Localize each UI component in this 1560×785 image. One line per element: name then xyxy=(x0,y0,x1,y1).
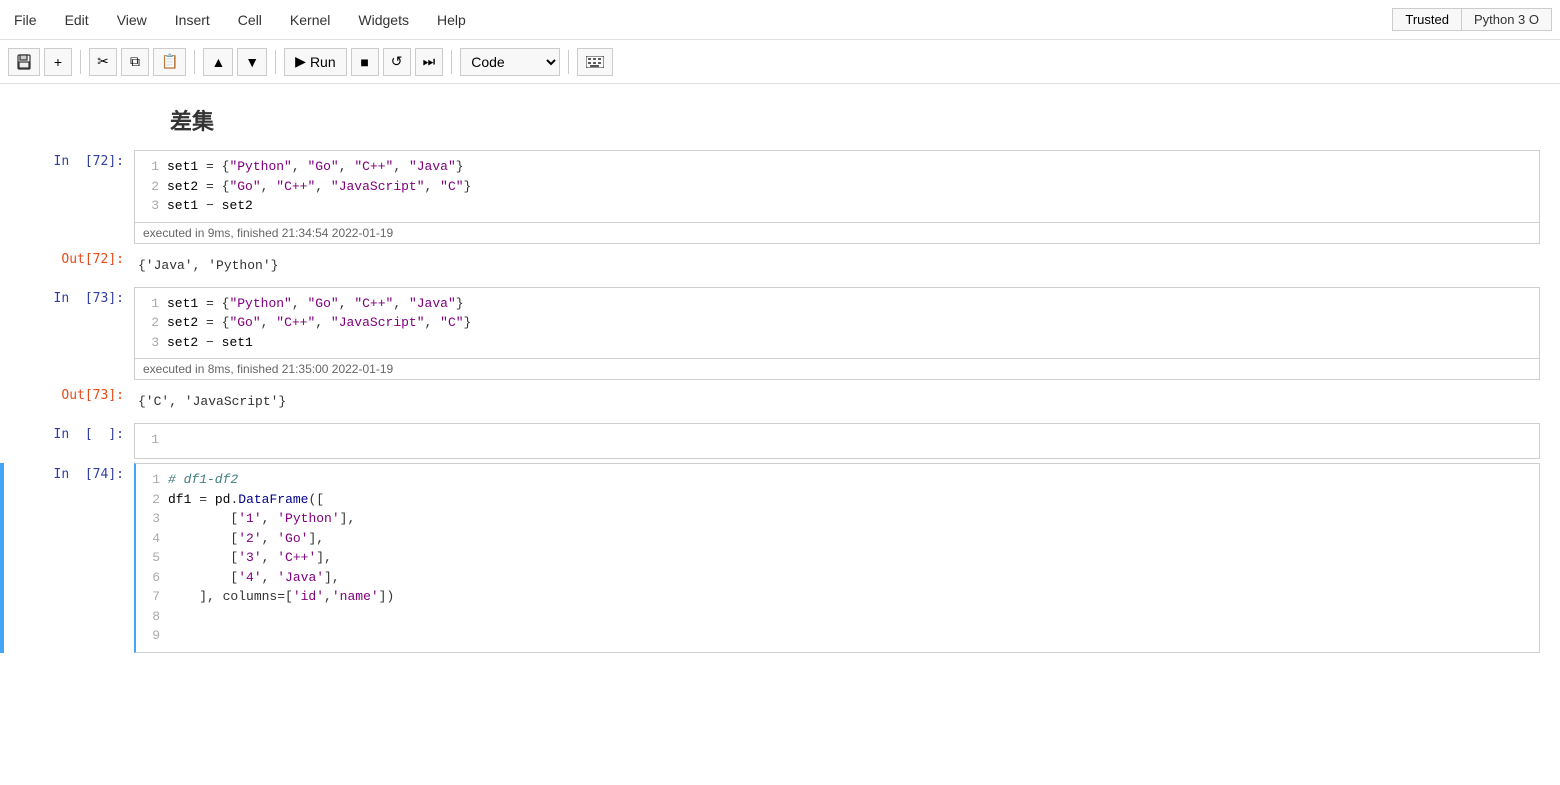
restart-button[interactable]: ↺ xyxy=(383,48,411,76)
code-line: 1 set1 = {"Python", "Go", "C++", "Java"} xyxy=(139,157,1535,177)
keyboard-icon xyxy=(586,56,604,68)
code-line: 3 ['1', 'Python'], xyxy=(140,509,1535,529)
cell-73-code[interactable]: 1 set1 = {"Python", "Go", "C++", "Java"}… xyxy=(135,288,1539,359)
keyboard-button[interactable] xyxy=(577,48,613,76)
cell-empty-in-label: In [ ]: xyxy=(4,423,134,459)
cell-72-out-content: {'Java', 'Python'} xyxy=(134,248,282,283)
cell-72-code[interactable]: 1 set1 = {"Python", "Go", "C++", "Java"}… xyxy=(135,151,1539,222)
menu-kernel[interactable]: Kernel xyxy=(284,10,336,30)
code-line: 9 xyxy=(140,626,1535,646)
cell-72-out-text: {'Java', 'Python'} xyxy=(134,252,282,279)
cell-empty-code[interactable]: 1 xyxy=(135,424,1539,456)
cell-72-in-label: In [72]: xyxy=(4,150,134,244)
code-line: 7 ], columns=['id','name']) xyxy=(140,587,1535,607)
code-line: 5 ['3', 'C++'], xyxy=(140,548,1535,568)
separator-3 xyxy=(275,50,276,74)
run-label: Run xyxy=(310,54,336,70)
code-line: 3 set2 − set1 xyxy=(139,333,1535,353)
cell-73-out-label: Out[73]: xyxy=(4,384,134,419)
cell-72-executed: executed in 9ms, finished 21:34:54 2022-… xyxy=(135,222,1539,243)
add-cell-button[interactable]: + xyxy=(44,48,72,76)
cell-74-in-label: In [74]: xyxy=(4,463,134,653)
kernel-status: Python 3 O xyxy=(1462,8,1552,31)
cell-empty-content[interactable]: 1 xyxy=(134,423,1540,459)
notebook: 差集 In [72]: 1 set1 = {"Python", "Go", "C… xyxy=(0,84,1560,785)
trusted-button[interactable]: Trusted xyxy=(1392,8,1462,31)
cell-72-input: In [72]: 1 set1 = {"Python", "Go", "C++"… xyxy=(0,150,1560,244)
cell-74-content[interactable]: 1 # df1-df2 2 df1 = pd.DataFrame([ 3 ['1… xyxy=(134,463,1540,653)
cell-72-content[interactable]: 1 set1 = {"Python", "Go", "C++", "Java"}… xyxy=(134,150,1540,244)
separator-4 xyxy=(451,50,452,74)
cell-73-out-content: {'C', 'JavaScript'} xyxy=(134,384,290,419)
save-button[interactable] xyxy=(8,48,40,76)
save-icon xyxy=(16,54,32,70)
cell-72-out-label: Out[72]: xyxy=(4,248,134,283)
move-up-button[interactable]: ▲ xyxy=(203,48,233,76)
cell-73-content[interactable]: 1 set1 = {"Python", "Go", "C++", "Java"}… xyxy=(134,287,1540,381)
code-line: 1 # df1-df2 xyxy=(140,470,1535,490)
move-down-button[interactable]: ▼ xyxy=(237,48,267,76)
cell-73-out-text: {'C', 'JavaScript'} xyxy=(134,388,290,415)
cell-empty-input: In [ ]: 1 xyxy=(0,423,1560,459)
run-icon: ▶ xyxy=(295,53,306,70)
topbar-right: Trusted Python 3 O xyxy=(1392,8,1552,31)
menu-edit[interactable]: Edit xyxy=(59,10,95,30)
menubar: File Edit View Insert Cell Kernel Widget… xyxy=(0,0,1560,40)
cell-73-input: In [73]: 1 set1 = {"Python", "Go", "C++"… xyxy=(0,287,1560,381)
cell-73-output: Out[73]: {'C', 'JavaScript'} xyxy=(0,384,1560,419)
code-line: 3 set1 − set2 xyxy=(139,196,1535,216)
code-line: 1 xyxy=(139,430,1535,450)
code-line: 6 ['4', 'Java'], xyxy=(140,568,1535,588)
paste-button[interactable]: 📋 xyxy=(153,48,186,76)
cell-74-input: In [74]: 1 # df1-df2 2 df1 = pd.DataFram… xyxy=(0,463,1560,653)
code-line: 2 set2 = {"Go", "C++", "JavaScript", "C"… xyxy=(139,313,1535,333)
code-line: 1 set1 = {"Python", "Go", "C++", "Java"} xyxy=(139,294,1535,314)
menu-insert[interactable]: Insert xyxy=(169,10,216,30)
code-line: 2 set2 = {"Go", "C++", "JavaScript", "C"… xyxy=(139,177,1535,197)
run-button[interactable]: ▶ Run xyxy=(284,48,346,76)
cut-button[interactable]: ✂ xyxy=(89,48,117,76)
cell-73-in-label: In [73]: xyxy=(4,287,134,381)
separator-1 xyxy=(80,50,81,74)
stop-button[interactable]: ■ xyxy=(351,48,379,76)
code-line: 4 ['2', 'Go'], xyxy=(140,529,1535,549)
code-line: 8 xyxy=(140,607,1535,627)
restart-run-button[interactable]: ⏭ xyxy=(415,48,444,76)
cell-74-code[interactable]: 1 # df1-df2 2 df1 = pd.DataFrame([ 3 ['1… xyxy=(136,464,1539,652)
code-line: 2 df1 = pd.DataFrame([ xyxy=(140,490,1535,510)
separator-2 xyxy=(194,50,195,74)
menu-view[interactable]: View xyxy=(111,10,153,30)
cell-72-output: Out[72]: {'Java', 'Python'} xyxy=(0,248,1560,283)
menu-help[interactable]: Help xyxy=(431,10,472,30)
copy-button[interactable]: ⧉ xyxy=(121,48,149,76)
separator-5 xyxy=(568,50,569,74)
menu-file[interactable]: File xyxy=(8,10,43,30)
section-heading: 差集 xyxy=(0,94,1560,146)
menu-cell[interactable]: Cell xyxy=(232,10,268,30)
toolbar: + ✂ ⧉ 📋 ▲ ▼ ▶ Run ■ ↺ ⏭ Code Markdown Ra… xyxy=(0,40,1560,84)
menu-widgets[interactable]: Widgets xyxy=(352,10,415,30)
cell-73-executed: executed in 8ms, finished 21:35:00 2022-… xyxy=(135,358,1539,379)
cell-type-select[interactable]: Code Markdown Raw xyxy=(460,48,560,76)
